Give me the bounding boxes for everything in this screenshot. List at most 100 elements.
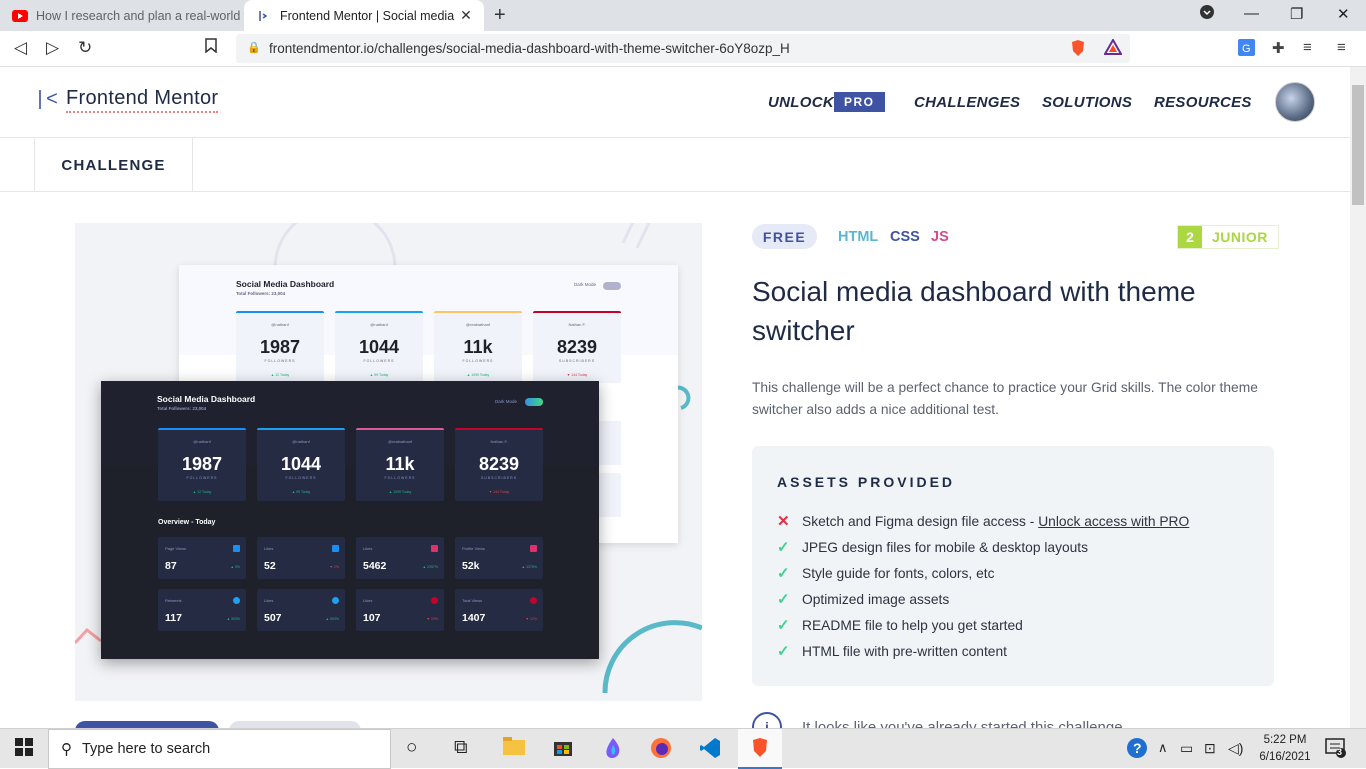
notification-count: 3 bbox=[1337, 747, 1343, 757]
extensions-icon[interactable]: ✚ bbox=[1272, 39, 1285, 57]
mock-stat: Profile Views 52k ▲ 1375% bbox=[455, 537, 543, 579]
windows-start-icon[interactable] bbox=[15, 738, 33, 762]
back-icon[interactable]: ◁ bbox=[14, 38, 27, 58]
nav-resources[interactable]: RESOURCES bbox=[1154, 94, 1252, 111]
vscode-icon[interactable] bbox=[699, 737, 721, 765]
store-icon[interactable] bbox=[553, 737, 573, 763]
tab-challenge[interactable]: CHALLENGE bbox=[34, 138, 193, 192]
list-item: ✓ Style guide for fonts, colors, etc bbox=[777, 565, 995, 582]
close-tab-icon[interactable]: ✕ bbox=[456, 7, 476, 24]
scrollbar-thumb[interactable] bbox=[1352, 85, 1364, 205]
site-header: |< Frontend Mentor UNLOCK PRO CHALLENGES… bbox=[0, 67, 1350, 138]
chevron-up-icon[interactable]: ∧ bbox=[1158, 740, 1168, 756]
mock-card: @realnathanf 11k FOLLOWERS ▲ 1099 Today bbox=[356, 428, 444, 501]
difficulty-level-name: JUNIOR bbox=[1212, 229, 1268, 245]
unlock-pro-link[interactable]: Unlock access with PRO bbox=[1038, 514, 1189, 529]
difficulty-badge: 2 JUNIOR bbox=[1177, 225, 1279, 249]
cortana-icon[interactable]: ○ bbox=[406, 737, 417, 759]
toggle-icon bbox=[603, 282, 621, 290]
price-badge: FREE bbox=[752, 224, 817, 249]
file-explorer-icon[interactable] bbox=[503, 737, 525, 761]
sub-header: CHALLENGE bbox=[0, 138, 1350, 192]
browser-tab[interactable]: How I research and plan a real-world w bbox=[0, 0, 244, 31]
mock-stat: Retweets 117 ▲ 303% bbox=[158, 589, 246, 631]
mock-card: @nathanf 1044 FOLLOWERS ▲ 99 Today bbox=[335, 311, 423, 383]
toggle-icon bbox=[525, 398, 543, 406]
mock-card: @nathanf 1044 FOLLOWERS ▲ 99 Today bbox=[257, 428, 345, 501]
nav-solutions[interactable]: SOLUTIONS bbox=[1042, 94, 1132, 111]
mock-stat: Likes 507 ▲ 553% bbox=[257, 589, 345, 631]
taskbar-search[interactable]: ⚲ Type here to search bbox=[48, 729, 391, 769]
language-tag-html: HTML bbox=[838, 229, 879, 245]
nav-unlock[interactable]: UNLOCK bbox=[768, 94, 834, 111]
notifications-icon[interactable] bbox=[1325, 738, 1347, 764]
tab-title: Frontend Mentor | Social media d bbox=[280, 8, 456, 23]
mock-stat: Likes 52 ▼ 2% bbox=[257, 537, 345, 579]
brave-shield-icon[interactable] bbox=[1070, 39, 1086, 61]
difficulty-level-number: 2 bbox=[1178, 226, 1202, 248]
edge-icon[interactable] bbox=[603, 737, 623, 765]
youtube-icon bbox=[12, 8, 28, 24]
avatar[interactable] bbox=[1275, 82, 1315, 122]
list-item: ✕ Sketch and Figma design file access - … bbox=[777, 513, 1190, 530]
check-icon: ✓ bbox=[777, 643, 790, 660]
page-title: Social media dashboard with theme switch… bbox=[752, 276, 1196, 346]
close-window-icon[interactable]: ✕ bbox=[1337, 5, 1350, 23]
mock-stat: Page Views 87 ▲ 3% bbox=[158, 537, 246, 579]
new-tab-icon[interactable]: + bbox=[494, 4, 506, 27]
challenge-description: This challenge will be a perfect chance … bbox=[752, 380, 1258, 417]
search-icon: ⚲ bbox=[61, 741, 72, 758]
url-text: frontendmentor.io/challenges/social-medi… bbox=[269, 41, 790, 56]
mock-card: @nathanf 1987 FOLLOWERS ▲ 12 Today bbox=[158, 428, 246, 501]
assets-heading: ASSETS PROVIDED bbox=[777, 474, 956, 490]
list-item: ✓ README file to help you get started bbox=[777, 617, 1023, 634]
mock-card: @nathanf 1987 FOLLOWERS ▲ 12 Today bbox=[236, 311, 324, 383]
address-bar[interactable]: 🔒 frontendmentor.io/challenges/social-me… bbox=[236, 34, 1130, 63]
battery-icon[interactable]: ▭ bbox=[1180, 740, 1193, 757]
minimize-icon[interactable]: — bbox=[1244, 5, 1259, 22]
mock-stat: Total Views 1407 ▼ 12% bbox=[455, 589, 543, 631]
check-icon: ✓ bbox=[777, 539, 790, 556]
media-icon[interactable]: ≡ bbox=[1303, 39, 1312, 56]
restore-icon[interactable]: ❐ bbox=[1290, 5, 1303, 23]
assets-provided-panel: ASSETS PROVIDED ✕ Sketch and Figma desig… bbox=[752, 446, 1274, 686]
reload-icon[interactable]: ↻ bbox=[78, 38, 92, 58]
mock-stat: Likes 5462 ▲ 2257% bbox=[356, 537, 444, 579]
list-item: ✓ JPEG design files for mobile & desktop… bbox=[777, 539, 1089, 556]
search-placeholder: Type here to search bbox=[82, 741, 211, 757]
brave-rewards-icon[interactable] bbox=[1103, 37, 1123, 59]
mock-title: Social Media Dashboard bbox=[236, 279, 335, 289]
system-clock[interactable]: 5:22 PM 6/16/2021 bbox=[1250, 732, 1320, 766]
nav-challenges[interactable]: CHALLENGES bbox=[914, 94, 1020, 111]
menu-icon[interactable]: ≡ bbox=[1337, 39, 1346, 56]
check-icon: ✓ bbox=[777, 565, 790, 582]
task-view-icon[interactable]: ⧉ bbox=[454, 737, 468, 759]
logo-mark-icon: |< bbox=[34, 88, 59, 112]
network-icon[interactable]: ⊡ bbox=[1204, 740, 1216, 757]
volume-icon[interactable]: ◁) bbox=[1228, 740, 1243, 757]
browser-tab-active[interactable]: Frontend Mentor | Social media d ✕ bbox=[244, 0, 484, 31]
translate-icon[interactable]: G bbox=[1238, 39, 1255, 60]
mock-mode: Dark Mode bbox=[574, 282, 597, 287]
page-scrollbar[interactable] bbox=[1350, 67, 1366, 728]
brave-taskbar-icon[interactable] bbox=[738, 729, 782, 769]
forward-icon[interactable]: ▷ bbox=[46, 38, 59, 58]
svg-text:G: G bbox=[1242, 43, 1251, 55]
mock-total: Total Followers: 23,004 bbox=[157, 406, 207, 411]
bookmark-icon[interactable] bbox=[205, 38, 217, 57]
help-icon[interactable]: ? bbox=[1126, 737, 1148, 764]
tab-search-icon[interactable] bbox=[1200, 5, 1214, 23]
list-item: ✓ HTML file with pre-written content bbox=[777, 643, 1007, 660]
firefox-icon[interactable] bbox=[650, 737, 672, 765]
mock-overview-title: Overview - Today bbox=[158, 519, 216, 526]
mock-title: Social Media Dashboard bbox=[157, 394, 256, 404]
tab-title: How I research and plan a real-world w bbox=[36, 8, 244, 23]
pro-badge[interactable]: PRO bbox=[834, 92, 885, 112]
frontend-mentor-icon bbox=[256, 8, 272, 24]
mock-total: Total Followers: 23,004 bbox=[236, 291, 286, 296]
cross-icon: ✕ bbox=[777, 513, 790, 530]
dark-dashboard-mock: Social Media Dashboard Total Followers: … bbox=[101, 381, 599, 659]
site-logo[interactable]: |< Frontend Mentor bbox=[34, 87, 219, 113]
mock-card: @realnathanf 11k FOLLOWERS ▲ 1099 Today bbox=[434, 311, 522, 383]
clock-date: 6/16/2021 bbox=[1259, 751, 1311, 763]
